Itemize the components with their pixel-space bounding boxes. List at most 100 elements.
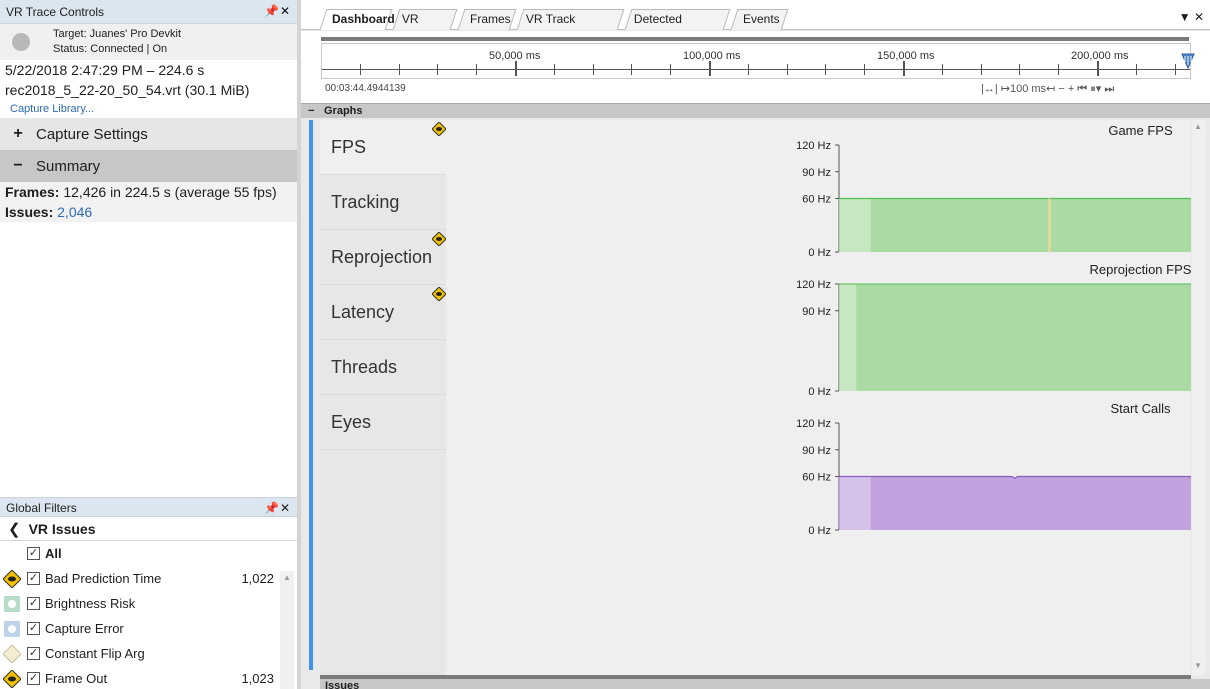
- main-area: DashboardVR Main Frames VR Track CurvesDet…: [301, 0, 1210, 689]
- panel-title: VR Trace Controls: [6, 4, 105, 19]
- close-icon[interactable]: ✕: [280, 4, 290, 18]
- timeline-ruler[interactable]: 50,000 ms 100,000 ms 150,000 ms 200,000 ms …: [301, 31, 1210, 103]
- tab-bar: DashboardVR Main Frames VR Track CurvesDet…: [301, 0, 1210, 45]
- back-chevron-icon[interactable]: ❮: [8, 521, 21, 538]
- checkbox[interactable]: ✓: [27, 597, 40, 610]
- filter-row[interactable]: ✓ Constant Flip Arg: [0, 641, 297, 666]
- warmup-band: [840, 284, 857, 391]
- playhead-marker-icon[interactable]: [1181, 53, 1195, 69]
- nav-item-threads[interactable]: Threads: [320, 340, 446, 395]
- checkbox[interactable]: ✓: [27, 647, 40, 660]
- filter-row[interactable]: ✓ Brightness Risk: [0, 591, 297, 616]
- nav-item-latency[interactable]: Latency: [320, 285, 446, 340]
- collapse-icon: −: [13, 157, 23, 174]
- tab-vr-main[interactable]: VR Main: [392, 9, 458, 45]
- filter-row[interactable]: ✓ Capture Error: [0, 616, 297, 641]
- issues-section-header[interactable]: Issues: [320, 679, 1210, 689]
- scroll-up-icon[interactable]: ▲: [283, 573, 291, 582]
- nav-item-label: FPS: [331, 137, 367, 157]
- filter-row-all[interactable]: ✓ All: [0, 541, 297, 566]
- filter-label: Frame Out: [45, 671, 108, 686]
- nav-item-tracking[interactable]: Tracking: [320, 175, 446, 230]
- nav-item-label: Reprojection: [331, 247, 433, 267]
- tab-menu-controls[interactable]: ▼ ✕: [1179, 10, 1204, 24]
- ruler-minor-tick: [825, 64, 826, 75]
- ruler-minor-tick: [670, 64, 671, 75]
- ruler-scale[interactable]: 50,000 ms 100,000 ms 150,000 ms 200,000 ms: [321, 43, 1191, 79]
- capture-settings-section[interactable]: + Capture Settings: [0, 118, 297, 150]
- checkbox[interactable]: ✓: [27, 572, 40, 585]
- status-line: Status: Connected | On: [53, 43, 168, 55]
- pin-icon[interactable]: 📌: [264, 4, 279, 18]
- y-tick-label: 120 Hz: [796, 279, 831, 291]
- chart-title: Game FPS: [1108, 123, 1173, 138]
- issues-count-link[interactable]: 2,046: [57, 204, 92, 220]
- graphs-svg: Game FPS 120 Hz 90 Hz 60 Hz 0 Hz Reprojection…: [796, 123, 1210, 537]
- nav-item-eyes[interactable]: Eyes: [320, 395, 446, 450]
- warning-icon[interactable]: [432, 287, 446, 301]
- ruler-minor-tick: [476, 64, 477, 75]
- graphs-scrollbar[interactable]: ▲ ▼: [1192, 120, 1206, 675]
- scroll-up-icon[interactable]: ▲: [1194, 122, 1202, 131]
- y-tick-label: 0 Hz: [808, 525, 831, 537]
- close-icon[interactable]: ✕: [280, 498, 290, 518]
- tab-dashboard[interactable]: Dashboard: [319, 9, 395, 30]
- ruler-minor-tick: [748, 64, 749, 75]
- filters-scrollbar[interactable]: ▲: [280, 571, 294, 689]
- nav-item-label: Latency: [331, 302, 395, 322]
- nav-item-reprojection[interactable]: Reprojection: [320, 230, 446, 285]
- filter-count: 1,022: [241, 571, 274, 586]
- summary-label: Summary: [36, 157, 101, 175]
- y-tick-label: 90 Hz: [802, 167, 831, 179]
- tab-detected-issues[interactable]: Detected Issues: [624, 9, 731, 45]
- expand-icon: +: [13, 125, 23, 142]
- collapse-icon[interactable]: −: [308, 104, 314, 119]
- checkbox[interactable]: ✓: [27, 547, 40, 560]
- tab-vr-track-curves[interactable]: VR Track Curves: [516, 9, 625, 45]
- y-tick-label: 90 Hz: [802, 445, 831, 457]
- playback-toolbar[interactable]: |↔| ↦100 ms↤ − + ⏮ ⏸▾ ⏭: [981, 82, 1114, 96]
- global-filters-panel: Global Filters 📌 ✕ ❮ VR Issues ✓ All ✓ Bad…: [0, 497, 297, 689]
- y-tick-label: 90 Hz: [802, 306, 831, 318]
- summary-section[interactable]: − Summary: [0, 150, 297, 182]
- tab-events[interactable]: Events: [730, 9, 789, 30]
- ruler-major-tick: [515, 61, 517, 76]
- warmup-band: [840, 198, 871, 252]
- ruler-range-bar[interactable]: [321, 37, 1189, 41]
- capture-library-link[interactable]: Capture Library...: [0, 100, 297, 118]
- nav-item-label: Eyes: [331, 412, 372, 432]
- filter-row[interactable]: ✓ Frame Out 1,023: [0, 666, 297, 689]
- graphs-title: Graphs: [324, 105, 363, 117]
- ruler-minor-tick: [864, 64, 865, 75]
- chart-area: Game FPS 120 Hz 90 Hz 60 Hz 0 Hz Reprojection…: [446, 120, 1210, 675]
- ruler-major-tick: [1097, 61, 1099, 76]
- chart-title: Start Calls: [1111, 401, 1171, 416]
- target-info: Target: Juanes' Pro Devkit Status: Conne…: [53, 27, 181, 57]
- series-area: [839, 198, 1210, 252]
- graphs-section-header[interactable]: − Graphs: [301, 103, 1210, 118]
- nav-item-label: Threads: [331, 357, 398, 377]
- vr-issues-heading[interactable]: ❮ VR Issues: [0, 517, 297, 541]
- filter-row[interactable]: ✓ Bad Prediction Time 1,022: [0, 566, 297, 591]
- checkbox[interactable]: ✓: [27, 622, 40, 635]
- brightness-icon: [4, 596, 20, 612]
- scroll-down-icon[interactable]: ▼: [1194, 661, 1202, 670]
- checkbox[interactable]: ✓: [27, 672, 40, 685]
- pin-icon[interactable]: 📌: [264, 498, 279, 518]
- global-filters-title: Global Filters: [6, 501, 77, 515]
- playback-tools[interactable]: |↔| ↦100 ms↤ − + ⏮ ⏸▾ ⏭: [981, 83, 1114, 95]
- warning-eye-icon: [3, 570, 21, 588]
- flip-warning-icon: [3, 645, 21, 663]
- issues-label: Issues:: [5, 204, 54, 220]
- target-line: Target: Juanes' Pro Devkit: [53, 28, 182, 40]
- ruler-minor-tick: [1019, 64, 1020, 75]
- nav-item-fps[interactable]: FPS: [320, 120, 446, 175]
- issues-title: Issues: [325, 680, 360, 689]
- warning-icon[interactable]: [432, 122, 446, 136]
- filter-label: Constant Flip Arg: [45, 646, 145, 661]
- warning-icon[interactable]: [432, 232, 446, 246]
- ruler-axis: [322, 69, 1190, 70]
- ruler-tick-label: 100,000 ms: [683, 50, 741, 62]
- y-tick-label: 0 Hz: [808, 386, 831, 398]
- tab-frames[interactable]: Frames: [457, 9, 517, 30]
